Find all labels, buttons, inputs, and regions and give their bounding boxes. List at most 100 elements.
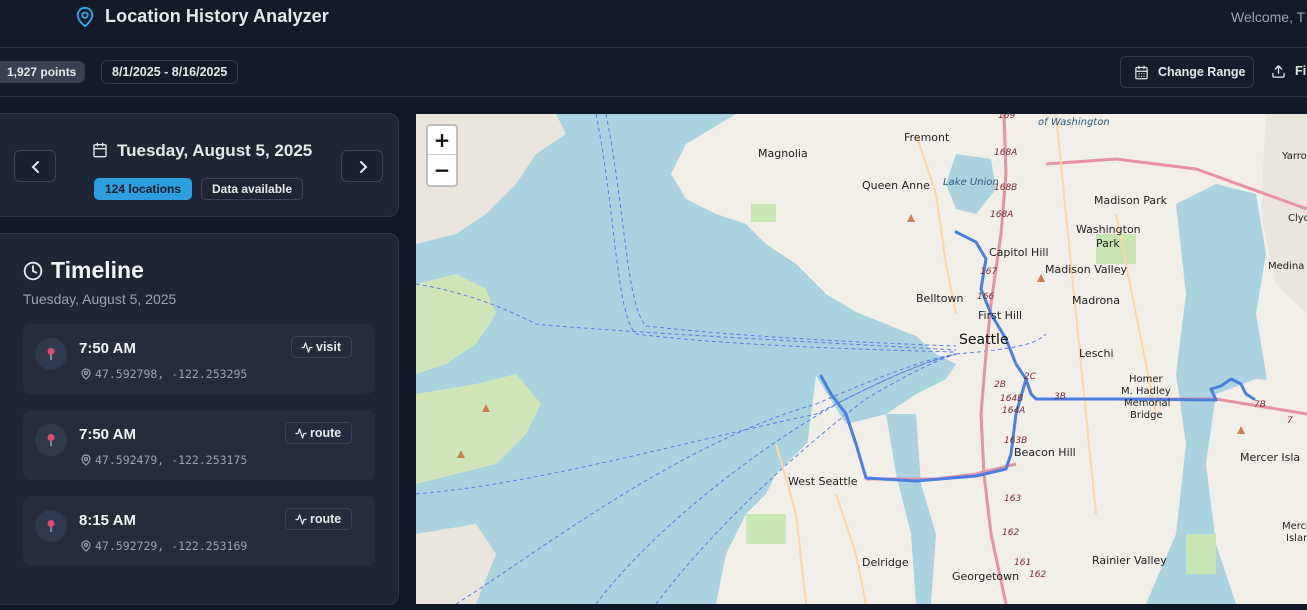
chevron-left-icon <box>31 161 39 173</box>
road-label: 164B <box>1000 394 1024 404</box>
map-label: Magnolia <box>758 147 808 160</box>
welcome-text: Welcome, T <box>1231 9 1306 25</box>
map-label: Lake Union <box>943 177 999 188</box>
toolbar: 1,927 points 8/1/2025 - 8/16/2025 Change… <box>0 48 1307 97</box>
map-label: Mercer Isla <box>1240 451 1301 464</box>
pushpin-icon <box>47 520 55 532</box>
road-label: 162 <box>1029 570 1047 580</box>
road-label: 168A <box>994 148 1018 158</box>
road-label: 168A <box>990 210 1014 220</box>
entry-type-badge: route <box>285 422 353 444</box>
entry-coordinates: 47.592729, -122.253169 <box>95 539 248 553</box>
map-pin-icon <box>81 454 91 466</box>
entry-time: 7:50 AM <box>79 426 136 443</box>
park <box>751 204 776 222</box>
next-day-button[interactable] <box>341 150 383 182</box>
map-label: Islan <box>1286 533 1307 544</box>
road-label: 7B <box>1254 400 1266 410</box>
activity-icon <box>301 342 313 353</box>
map-label: Madison Valley <box>1045 263 1128 276</box>
map-label: Madison Park <box>1094 194 1167 207</box>
activity-icon <box>295 514 307 525</box>
file-upload-button[interactable]: Fil <box>1262 56 1307 88</box>
activity-icon <box>295 428 307 439</box>
park <box>746 514 786 544</box>
land-south-west <box>416 524 496 604</box>
entry-coordinates: 47.592798, -122.253295 <box>95 367 248 381</box>
app-title: Location History Analyzer <box>105 6 329 26</box>
map-label: Rainier Valley <box>1092 554 1167 567</box>
entry-type-label: route <box>310 512 342 526</box>
change-range-button[interactable]: Change Range <box>1120 56 1254 88</box>
map-label: Seattle <box>959 332 1009 348</box>
land-blake <box>416 374 541 484</box>
entry-time: 7:50 AM <box>79 340 136 357</box>
road-label: 3B <box>1054 392 1066 402</box>
entry-type-label: route <box>310 426 342 440</box>
map-label: Memorial <box>1124 398 1171 409</box>
road-label: 162 <box>1002 528 1020 538</box>
timeline-entry[interactable]: 7:50 AM 47.592798, -122.253295 visit <box>23 324 375 394</box>
data-available-badge: Data available <box>201 178 304 200</box>
entry-time: 8:15 AM <box>79 512 136 529</box>
map-label: Belltown <box>916 292 964 305</box>
park <box>1186 534 1216 574</box>
road-label: 168B <box>994 183 1018 193</box>
road-label: 167 <box>980 267 998 277</box>
map-pin-icon <box>76 6 94 28</box>
land-west-mid <box>416 274 496 374</box>
map-label: Fremont <box>904 131 950 144</box>
pin-icon-wrap <box>35 510 67 542</box>
map-label: Beacon Hill <box>1014 446 1076 459</box>
map-label: First Hill <box>978 309 1023 322</box>
points-count-badge: 1,927 points <box>0 61 86 83</box>
map-label: of Washington <box>1038 117 1110 128</box>
selected-date: Tuesday, August 5, 2025 <box>117 141 313 160</box>
pin-icon-wrap <box>35 424 67 456</box>
road-label: 166 <box>977 292 995 302</box>
map-label: Yarro <box>1282 151 1307 162</box>
pushpin-icon <box>47 434 55 446</box>
map-label: Clyd <box>1288 213 1307 224</box>
upload-icon <box>1272 65 1285 78</box>
locations-count-badge: 124 locations <box>94 178 193 200</box>
map-label: Leschi <box>1079 347 1114 360</box>
road-label: 161 <box>1014 558 1032 568</box>
road-label: 2B <box>994 380 1006 390</box>
map-label: Delridge <box>862 556 909 569</box>
chevron-right-icon <box>360 161 368 173</box>
timeline-subtitle: Tuesday, August 5, 2025 <box>23 291 177 307</box>
timeline-card: Timeline Tuesday, August 5, 2025 7:50 AM… <box>0 233 399 605</box>
timeline-title: Timeline <box>51 257 144 283</box>
road-label: 169 <box>998 114 1016 121</box>
road-label: 163B <box>1004 436 1028 446</box>
pin-icon-wrap <box>35 338 67 370</box>
change-range-label: Change Range <box>1158 65 1246 79</box>
map-label: Homer <box>1129 374 1163 385</box>
entry-type-badge: visit <box>291 336 353 358</box>
zoom-in-button[interactable]: + <box>428 126 456 155</box>
previous-day-button[interactable] <box>14 150 56 182</box>
entry-coordinates: 47.592479, -122.253175 <box>95 453 248 467</box>
map-label: West Seattle <box>788 475 858 488</box>
zoom-out-button[interactable]: − <box>428 156 456 185</box>
timeline-entry[interactable]: 7:50 AM 47.592479, -122.253175 route <box>23 410 375 480</box>
map-label: M. Hadley <box>1121 386 1171 397</box>
pushpin-icon <box>47 348 55 360</box>
day-navigation-card: Tuesday, August 5, 2025 124 locations Da… <box>0 113 399 217</box>
map-view[interactable]: + − Fremont Magnolia Queen Anne Lake Uni… <box>416 114 1307 604</box>
map-label: Georgetown <box>952 570 1020 583</box>
date-range-badge: 8/1/2025 - 8/16/2025 <box>101 60 239 84</box>
calendar-icon <box>93 142 107 158</box>
road-label: 2C <box>1024 372 1037 382</box>
file-label: Fil <box>1295 64 1307 78</box>
map-label: Washington <box>1076 223 1141 236</box>
road-label: 7 <box>1287 416 1293 426</box>
map-pin-icon <box>81 540 91 552</box>
map-label: Madrona <box>1072 294 1120 307</box>
map-label: Park <box>1096 237 1120 250</box>
entry-type-badge: route <box>285 508 353 530</box>
app-header: Location History Analyzer Welcome, T <box>0 0 1307 48</box>
map-label: Queen Anne <box>862 179 930 192</box>
timeline-entry[interactable]: 8:15 AM 47.592729, -122.253169 route <box>23 496 375 566</box>
